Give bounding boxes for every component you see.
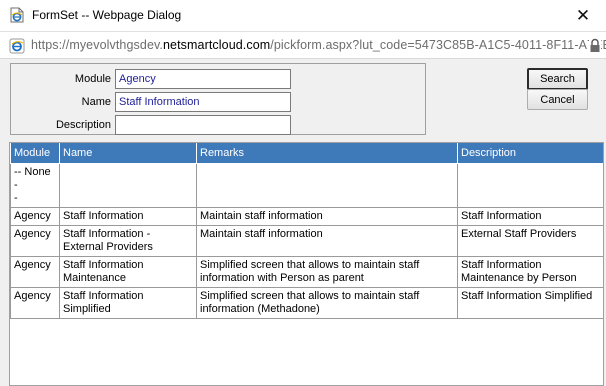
- address-bar: https://myevolvthgsdev.netsmartcloud.com…: [0, 31, 606, 59]
- cell-remarks: [196, 162, 458, 208]
- cell-module: Agency: [10, 255, 60, 288]
- results-table: Module Name Remarks Description -- None …: [10, 143, 603, 319]
- table-row[interactable]: Agency Staff Information Maintenance Sim…: [10, 255, 603, 288]
- close-icon: ✕: [575, 5, 591, 26]
- cell-remarks: Maintain staff information: [196, 206, 458, 226]
- table-row[interactable]: Agency Staff Information Maintain staff …: [10, 206, 603, 226]
- name-label: Name: [81, 96, 111, 108]
- column-header-name[interactable]: Name: [59, 143, 197, 164]
- table-row[interactable]: Agency Staff Information - External Prov…: [10, 224, 603, 257]
- cell-remarks: Simplified screen that allows to maintai…: [196, 286, 458, 319]
- column-header-description[interactable]: Description: [457, 143, 603, 164]
- name-input[interactable]: [115, 92, 291, 112]
- cell-module: -- None - -: [10, 162, 60, 208]
- cell-module: Agency: [10, 224, 60, 257]
- dialog-content: Module Name Description Search Cancel Mo…: [0, 59, 606, 386]
- title-bar: FormSet -- Webpage Dialog ✕: [0, 0, 606, 31]
- cell-description: [457, 162, 603, 208]
- column-header-module[interactable]: Module: [10, 143, 60, 164]
- column-header-remarks[interactable]: Remarks: [196, 143, 458, 164]
- description-input[interactable]: [115, 115, 291, 135]
- cell-description: Staff Information: [457, 206, 603, 226]
- url-prefix: https://myevolvthgsdev.: [31, 38, 163, 52]
- cell-remarks: Simplified screen that allows to maintai…: [196, 255, 458, 288]
- cell-name: Staff Information - External Providers: [59, 224, 197, 257]
- cell-module: Agency: [10, 206, 60, 226]
- ie-page-icon: [10, 7, 24, 23]
- cancel-button[interactable]: Cancel: [527, 89, 588, 110]
- cell-remarks: Maintain staff information: [196, 224, 458, 257]
- results-grid: Module Name Remarks Description -- None …: [9, 142, 604, 386]
- url-domain: netsmartcloud.com: [163, 38, 271, 52]
- cell-description: External Staff Providers: [457, 224, 603, 257]
- ie-logo-icon: [9, 38, 25, 54]
- cell-description: Staff Information Simplified: [457, 286, 603, 319]
- cell-name: [59, 162, 197, 208]
- table-header-row: Module Name Remarks Description: [10, 143, 603, 164]
- cell-description: Staff Information Maintenance by Person: [457, 255, 603, 288]
- cell-name: Staff Information Maintenance: [59, 255, 197, 288]
- cell-name: Staff Information Simplified: [59, 286, 197, 319]
- search-button[interactable]: Search: [527, 68, 588, 90]
- close-button[interactable]: ✕: [560, 0, 606, 31]
- table-row[interactable]: Agency Staff Information Simplified Simp…: [10, 286, 603, 319]
- cell-module: Agency: [10, 286, 60, 319]
- cell-name: Staff Information: [59, 206, 197, 226]
- url-text[interactable]: https://myevolvthgsdev.netsmartcloud.com…: [31, 38, 606, 52]
- module-input[interactable]: [115, 69, 291, 89]
- table-row[interactable]: -- None - -: [10, 162, 603, 208]
- lock-icon: [589, 38, 601, 53]
- url-path: /pickform.aspx?lut_code=5473C85B-A1C5-40…: [270, 38, 606, 52]
- module-label: Module: [74, 73, 111, 85]
- window-title: FormSet -- Webpage Dialog: [32, 8, 182, 22]
- search-panel: Module Name Description: [10, 63, 426, 135]
- description-label: Description: [55, 119, 111, 131]
